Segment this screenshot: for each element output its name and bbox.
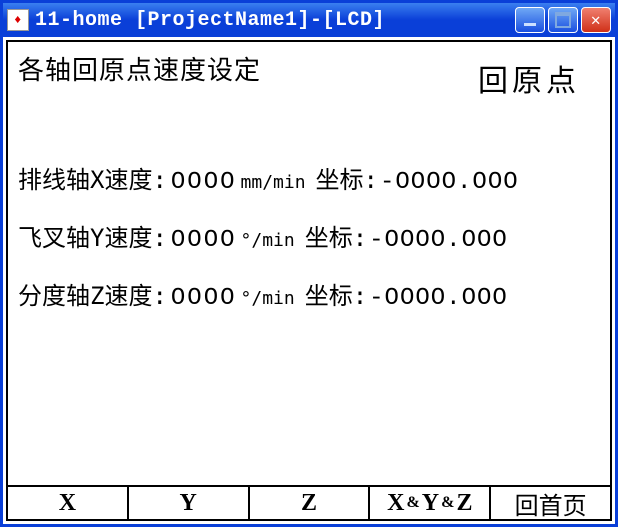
btn-xyz-z: Z [456, 490, 472, 517]
axis-rows: 排线轴X速度: OOOO mm/min 坐标: -OOOO.OOO 飞叉轴Y速度… [18, 160, 600, 312]
btn-xyz-x: X [387, 490, 404, 517]
axis-y-label: 飞叉轴Y速度: [18, 218, 167, 253]
btn-xyz-y: Y [422, 490, 439, 517]
app-icon: ♦ [7, 9, 29, 31]
axis-row-z: 分度轴Z速度: OOOO °/min 坐标: -OOOO.OOO [18, 276, 600, 312]
heading-row: 各轴回原点速度设定 回原点 [18, 50, 600, 100]
axis-y-speed[interactable]: OOOO [171, 227, 237, 254]
window-title: 11-home [ProjectName1]-[LCD] [35, 9, 515, 32]
btn-y[interactable]: Y [129, 487, 250, 519]
axis-y-coord-label: 坐标: [305, 218, 367, 253]
axis-z-coord: -OOOO.OOO [369, 285, 508, 312]
minimize-button[interactable] [515, 7, 545, 33]
client-area: 各轴回原点速度设定 回原点 排线轴X速度: OOOO mm/min 坐标: -O… [6, 40, 612, 521]
page-title: 各轴回原点速度设定 [18, 50, 261, 87]
home-label: 回原点 [478, 56, 580, 100]
app-window: ♦ 11-home [ProjectName1]-[LCD] ✕ 各轴回原点速度… [0, 0, 618, 527]
btn-x[interactable]: X [8, 487, 129, 519]
axis-x-unit: mm/min [241, 172, 306, 193]
axis-z-speed[interactable]: OOOO [171, 285, 237, 312]
amp-icon: & [406, 494, 419, 512]
close-button[interactable]: ✕ [581, 7, 611, 33]
btn-xyz[interactable]: X & Y & Z [370, 487, 491, 519]
bottom-button-bar: X Y Z X & Y & Z 回首页 [8, 485, 610, 519]
btn-z[interactable]: Z [250, 487, 371, 519]
axis-y-coord: -OOOO.OOO [369, 227, 508, 254]
axis-row-x: 排线轴X速度: OOOO mm/min 坐标: -OOOO.OOO [18, 160, 600, 196]
axis-z-coord-label: 坐标: [305, 276, 367, 311]
window-controls: ✕ [515, 7, 611, 33]
axis-y-unit: °/min [241, 230, 295, 251]
titlebar[interactable]: ♦ 11-home [ProjectName1]-[LCD] ✕ [3, 3, 615, 37]
axis-row-y: 飞叉轴Y速度: OOOO °/min 坐标: -OOOO.OOO [18, 218, 600, 254]
amp-icon: & [441, 494, 454, 512]
axis-z-label: 分度轴Z速度: [18, 276, 167, 311]
axis-x-label: 排线轴X速度: [18, 160, 167, 195]
axis-x-speed[interactable]: OOOO [171, 169, 237, 196]
axis-x-coord-label: 坐标: [316, 160, 378, 195]
axis-z-unit: °/min [241, 288, 295, 309]
maximize-button[interactable] [548, 7, 578, 33]
btn-home[interactable]: 回首页 [491, 487, 610, 519]
axis-x-coord: -OOOO.OOO [380, 169, 519, 196]
